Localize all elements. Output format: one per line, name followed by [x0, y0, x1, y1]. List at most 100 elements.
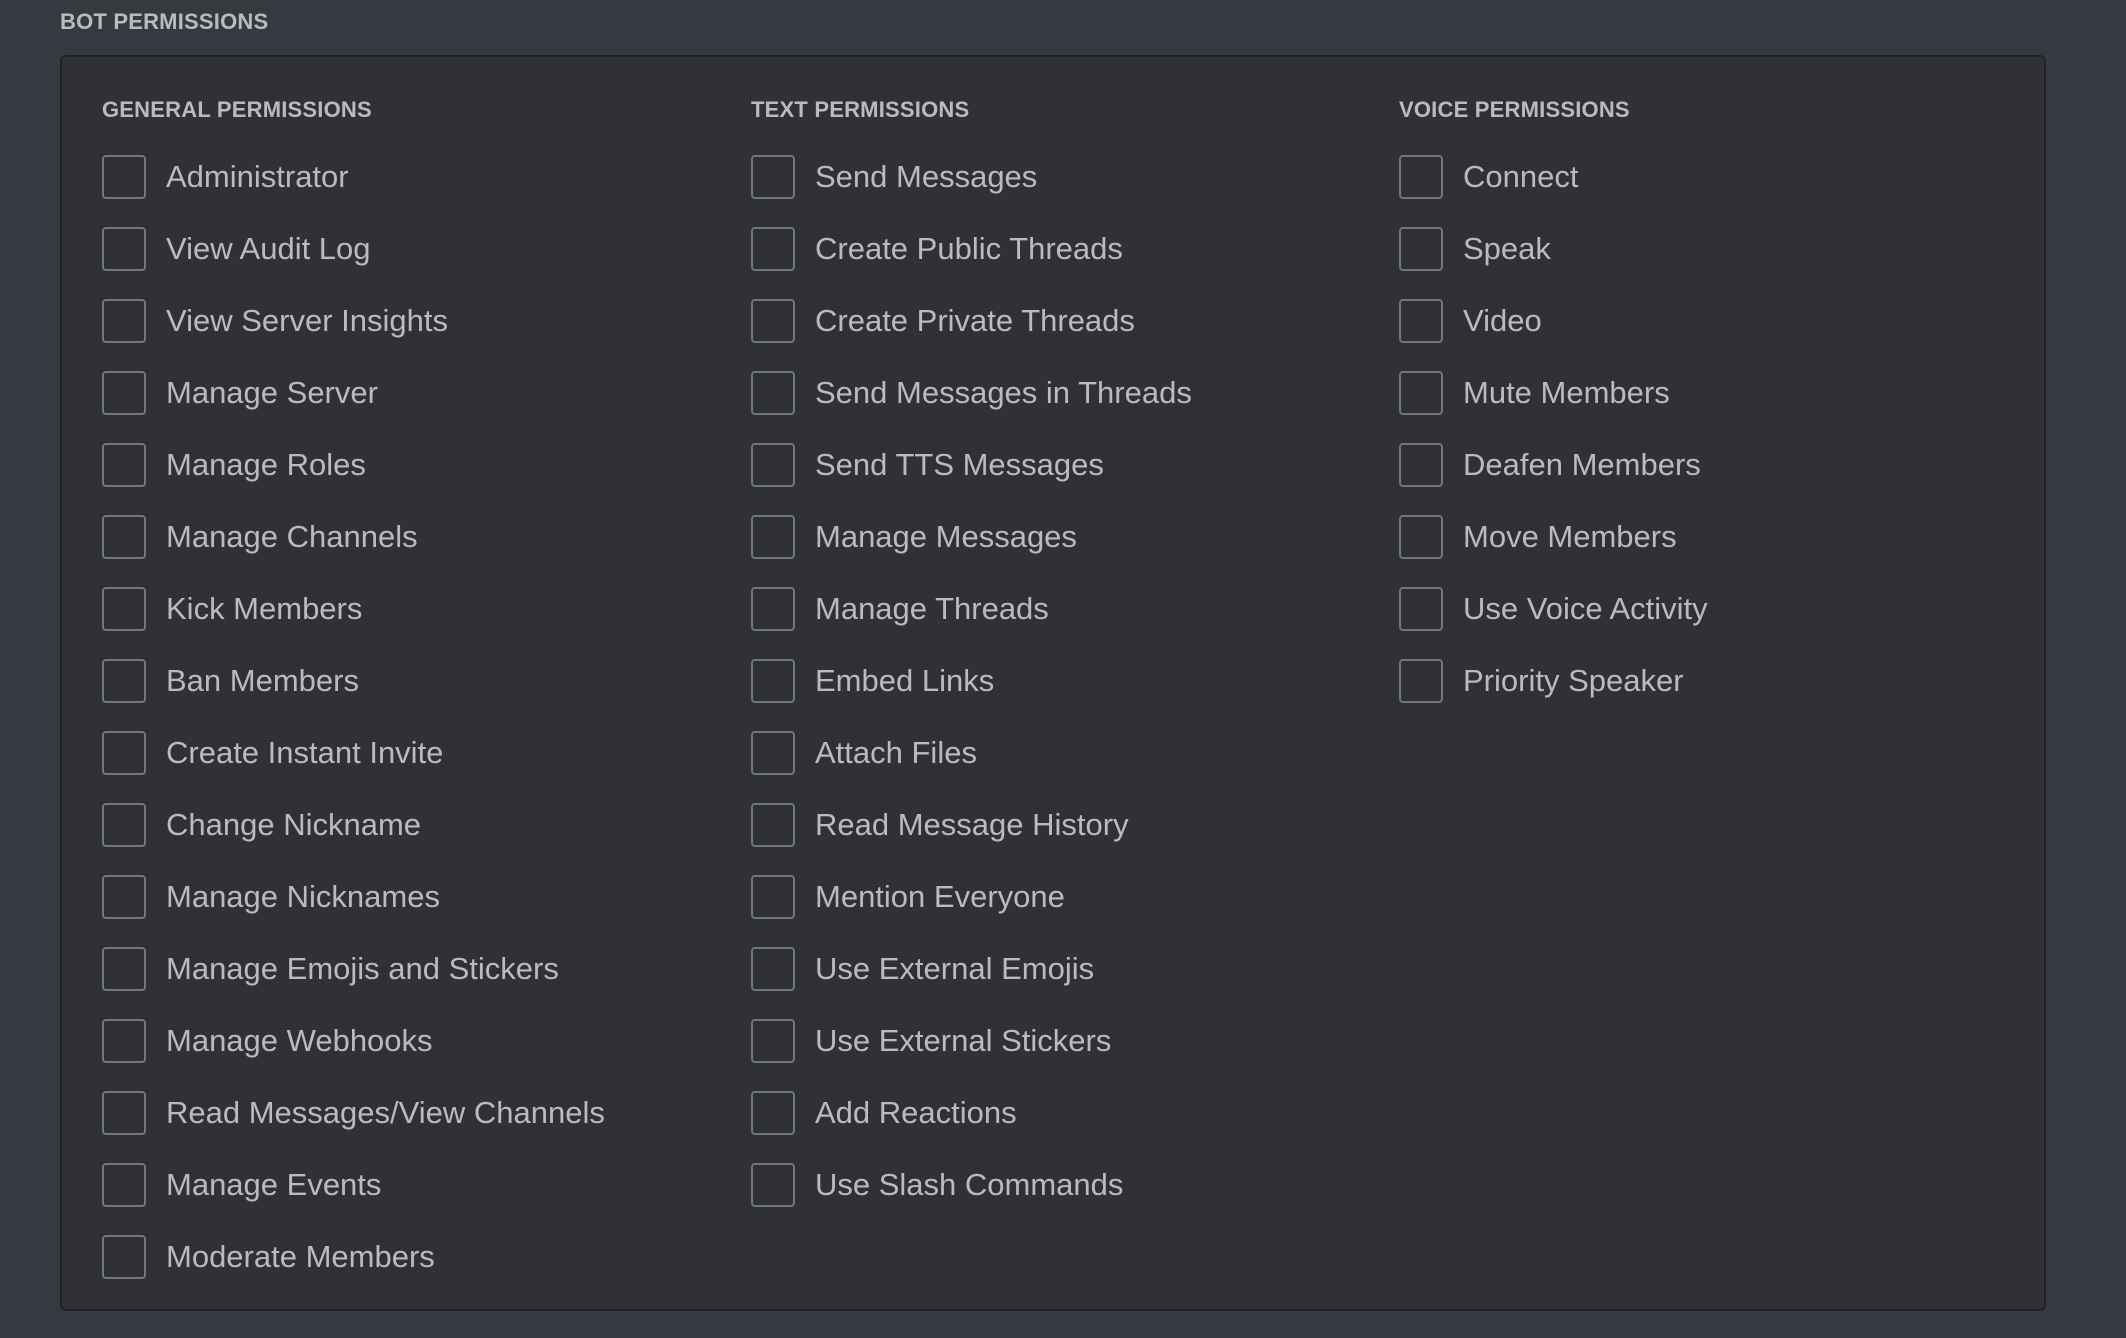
permission-view-server-insights[interactable]: View Server Insights	[102, 285, 742, 357]
permission-label: Create Public Threads	[815, 231, 1123, 266]
checkbox[interactable]	[102, 803, 146, 847]
permission-view-audit-log[interactable]: View Audit Log	[102, 213, 742, 285]
permission-label: Change Nickname	[166, 807, 422, 842]
checkbox[interactable]	[102, 227, 146, 271]
permission-label: Priority Speaker	[1463, 663, 1684, 698]
checkbox[interactable]	[751, 371, 795, 415]
permission-label: Send TTS Messages	[815, 447, 1104, 482]
permission-label: Video	[1463, 303, 1542, 338]
permission-priority-speaker[interactable]: Priority Speaker	[1399, 645, 2019, 717]
permission-label: Manage Threads	[815, 591, 1049, 626]
permission-manage-messages[interactable]: Manage Messages	[751, 501, 1391, 573]
text-permissions-column: TEXT PERMISSIONS Send Messages Create Pu…	[751, 98, 1391, 1221]
permission-embed-links[interactable]: Embed Links	[751, 645, 1391, 717]
permission-use-voice-activity[interactable]: Use Voice Activity	[1399, 573, 2019, 645]
permission-moderate-members[interactable]: Moderate Members	[102, 1221, 742, 1293]
checkbox[interactable]	[102, 1019, 146, 1063]
permission-manage-events[interactable]: Manage Events	[102, 1149, 742, 1221]
checkbox[interactable]	[102, 155, 146, 199]
checkbox[interactable]	[751, 227, 795, 271]
checkbox[interactable]	[751, 515, 795, 559]
checkbox[interactable]	[102, 731, 146, 775]
permission-read-message-history[interactable]: Read Message History	[751, 789, 1391, 861]
checkbox[interactable]	[751, 587, 795, 631]
permission-label: Manage Messages	[815, 519, 1077, 554]
permission-use-external-stickers[interactable]: Use External Stickers	[751, 1005, 1391, 1077]
checkbox[interactable]	[102, 875, 146, 919]
checkbox[interactable]	[1399, 587, 1443, 631]
permission-video[interactable]: Video	[1399, 285, 2019, 357]
permission-speak[interactable]: Speak	[1399, 213, 2019, 285]
permission-label: Manage Webhooks	[166, 1023, 433, 1058]
permission-manage-emojis-and-stickers[interactable]: Manage Emojis and Stickers	[102, 933, 742, 1005]
permission-manage-server[interactable]: Manage Server	[102, 357, 742, 429]
checkbox[interactable]	[102, 371, 146, 415]
text-permissions-heading: TEXT PERMISSIONS	[751, 97, 970, 122]
checkbox[interactable]	[1399, 515, 1443, 559]
checkbox[interactable]	[751, 155, 795, 199]
permission-mute-members[interactable]: Mute Members	[1399, 357, 2019, 429]
permission-label: Manage Events	[166, 1167, 382, 1202]
checkbox[interactable]	[102, 1163, 146, 1207]
permission-deafen-members[interactable]: Deafen Members	[1399, 429, 2019, 501]
checkbox[interactable]	[751, 731, 795, 775]
permission-manage-nicknames[interactable]: Manage Nicknames	[102, 861, 742, 933]
checkbox[interactable]	[751, 443, 795, 487]
permission-manage-threads[interactable]: Manage Threads	[751, 573, 1391, 645]
permission-send-messages[interactable]: Send Messages	[751, 141, 1391, 213]
checkbox[interactable]	[102, 947, 146, 991]
permission-label: Move Members	[1463, 519, 1677, 554]
permission-label: Mention Everyone	[815, 879, 1065, 914]
permission-change-nickname[interactable]: Change Nickname	[102, 789, 742, 861]
permission-manage-channels[interactable]: Manage Channels	[102, 501, 742, 573]
permission-use-slash-commands[interactable]: Use Slash Commands	[751, 1149, 1391, 1221]
permission-manage-webhooks[interactable]: Manage Webhooks	[102, 1005, 742, 1077]
permission-label: Deafen Members	[1463, 447, 1701, 482]
permission-move-members[interactable]: Move Members	[1399, 501, 2019, 573]
permission-ban-members[interactable]: Ban Members	[102, 645, 742, 717]
checkbox[interactable]	[1399, 299, 1443, 343]
general-permissions-column: GENERAL PERMISSIONS Administrator View A…	[102, 98, 742, 1293]
checkbox[interactable]	[751, 875, 795, 919]
permission-label: Ban Members	[166, 663, 359, 698]
permission-label: Add Reactions	[815, 1095, 1017, 1130]
checkbox[interactable]	[1399, 443, 1443, 487]
permission-add-reactions[interactable]: Add Reactions	[751, 1077, 1391, 1149]
checkbox[interactable]	[751, 1163, 795, 1207]
checkbox[interactable]	[102, 299, 146, 343]
checkbox[interactable]	[751, 1091, 795, 1135]
permission-send-messages-in-threads[interactable]: Send Messages in Threads	[751, 357, 1391, 429]
permission-label: Manage Server	[166, 375, 378, 410]
checkbox[interactable]	[102, 1091, 146, 1135]
checkbox[interactable]	[1399, 155, 1443, 199]
checkbox[interactable]	[102, 515, 146, 559]
permission-manage-roles[interactable]: Manage Roles	[102, 429, 742, 501]
checkbox[interactable]	[1399, 227, 1443, 271]
checkbox[interactable]	[751, 947, 795, 991]
checkbox[interactable]	[751, 659, 795, 703]
checkbox[interactable]	[751, 1019, 795, 1063]
permission-use-external-emojis[interactable]: Use External Emojis	[751, 933, 1391, 1005]
permission-label: Send Messages in Threads	[815, 375, 1192, 410]
permission-label: Kick Members	[166, 591, 363, 626]
permission-read-messages-view-channels[interactable]: Read Messages/View Channels	[102, 1077, 742, 1149]
checkbox[interactable]	[102, 659, 146, 703]
permission-label: Read Message History	[815, 807, 1129, 842]
checkbox[interactable]	[102, 1235, 146, 1279]
permission-send-tts-messages[interactable]: Send TTS Messages	[751, 429, 1391, 501]
checkbox[interactable]	[1399, 659, 1443, 703]
checkbox[interactable]	[102, 443, 146, 487]
checkbox[interactable]	[751, 299, 795, 343]
checkbox[interactable]	[1399, 371, 1443, 415]
permission-create-instant-invite[interactable]: Create Instant Invite	[102, 717, 742, 789]
checkbox[interactable]	[751, 803, 795, 847]
permission-create-private-threads[interactable]: Create Private Threads	[751, 285, 1391, 357]
permission-administrator[interactable]: Administrator	[102, 141, 742, 213]
permission-attach-files[interactable]: Attach Files	[751, 717, 1391, 789]
checkbox[interactable]	[102, 587, 146, 631]
permission-connect[interactable]: Connect	[1399, 141, 2019, 213]
permission-label: Use Slash Commands	[815, 1167, 1124, 1202]
permission-kick-members[interactable]: Kick Members	[102, 573, 742, 645]
permission-mention-everyone[interactable]: Mention Everyone	[751, 861, 1391, 933]
permission-create-public-threads[interactable]: Create Public Threads	[751, 213, 1391, 285]
